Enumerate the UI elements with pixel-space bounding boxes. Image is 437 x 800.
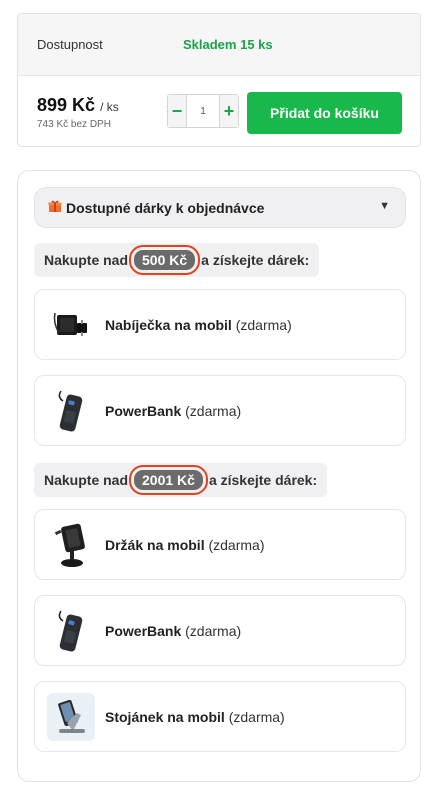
quantity-input[interactable]: [187, 95, 219, 127]
gift-item-label: Stojánek na mobil (zdarma): [105, 709, 285, 725]
gift-item-label: PowerBank (zdarma): [105, 403, 241, 419]
tier-amount-badge: 2001 Kč: [129, 465, 208, 495]
price-block: 899 Kč / ks 743 Kč bez DPH: [37, 95, 119, 130]
gift-item[interactable]: Stojánek na mobil (zdarma): [34, 681, 406, 752]
price-without-vat: 743 Kč bez DPH: [37, 118, 111, 130]
gift-tier-header: Nakupte nad 500 Kč a získejte dárek:: [34, 243, 320, 277]
gifts-title: Dostupné dárky k objednávce: [66, 199, 265, 216]
phone-stand-icon: [47, 692, 95, 741]
gift-item-note: (zdarma): [228, 708, 285, 725]
availability-row: Dostupnost Skladem 15 ks: [18, 14, 420, 76]
price-row: 899 Kč / ks 743 Kč bez DPH − + Přidat do…: [18, 76, 420, 146]
gift-tier-header: Nakupte nad 2001 Kč a získejte dárek:: [34, 463, 328, 497]
gift-item-name: Stojánek na mobil: [105, 708, 225, 725]
quantity-stepper: − +: [167, 94, 239, 128]
charger-icon: [47, 301, 95, 349]
gift-item-name: Nabíječka na mobil: [105, 316, 232, 333]
quantity-increase-button[interactable]: +: [219, 95, 238, 127]
phone-holder-icon: [47, 521, 95, 569]
gift-item-note: (zdarma): [185, 402, 242, 419]
gift-item[interactable]: PowerBank (zdarma): [34, 595, 406, 666]
tier-prefix: Nakupte nad: [44, 472, 129, 488]
gift-item[interactable]: Nabíječka na mobil (zdarma): [34, 289, 406, 360]
gift-item-note: (zdarma): [185, 622, 242, 639]
gift-item-name: PowerBank: [105, 622, 182, 639]
quantity-decrease-button[interactable]: −: [168, 95, 187, 127]
gift-item-label: PowerBank (zdarma): [105, 623, 241, 639]
gift-item[interactable]: Držák na mobil (zdarma): [34, 509, 406, 580]
gift-item-note: (zdarma): [235, 316, 292, 333]
chevron-down-icon: ▼: [379, 200, 390, 212]
gifts-toggle[interactable]: Dostupné dárky k objednávce ▼: [34, 187, 406, 228]
price: 899 Kč / ks: [37, 95, 119, 117]
gifts-panel: Dostupné dárky k objednávce ▼ Nakupte na…: [17, 170, 421, 782]
gift-item-note: (zdarma): [208, 536, 265, 553]
price-unit: / ks: [100, 99, 119, 114]
tier-amount-badge: 500 Kč: [129, 245, 201, 275]
tier-prefix: Nakupte nad: [44, 252, 129, 268]
add-to-cart-button[interactable]: Přidat do košíku: [247, 92, 402, 134]
buy-box: Dostupnost Skladem 15 ks 899 Kč / ks 743…: [17, 13, 421, 147]
gift-item-name: PowerBank: [105, 402, 182, 419]
powerbank-icon: [47, 387, 95, 435]
tier-suffix: a získejte dárek:: [201, 252, 310, 268]
tier-suffix: a získejte dárek:: [208, 472, 318, 488]
price-value: 899 Kč: [37, 94, 96, 115]
gift-item-name: Držák na mobil: [105, 536, 205, 553]
availability-value: Skladem 15 ks: [183, 37, 273, 52]
gift-item-label: Držák na mobil (zdarma): [105, 537, 265, 553]
gift-item-label: Nabíječka na mobil (zdarma): [105, 317, 292, 333]
powerbank-icon: [47, 607, 95, 655]
gift-icon: [48, 199, 62, 216]
gift-item[interactable]: PowerBank (zdarma): [34, 375, 406, 446]
availability-label: Dostupnost: [37, 37, 103, 52]
